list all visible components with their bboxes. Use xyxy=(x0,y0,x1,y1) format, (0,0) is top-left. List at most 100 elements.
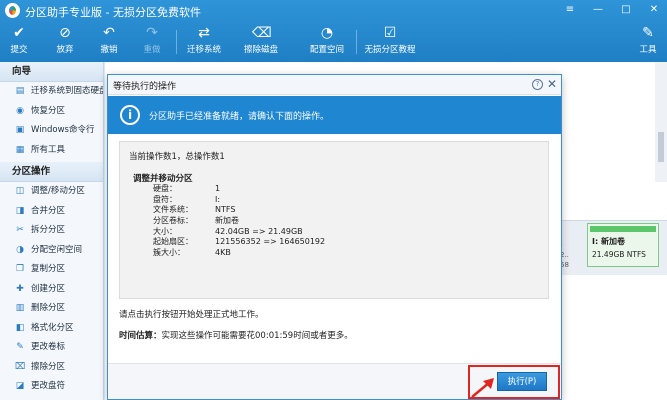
redo-icon: ↷ xyxy=(146,25,158,41)
help-icon[interactable]: ? xyxy=(532,79,543,90)
toolbar-config-space-label: 配置空间 xyxy=(309,45,344,55)
title-bar: 分区助手专业版 - 无损分区免费软件 ≡ — □ ✕ xyxy=(0,0,667,22)
app-title: 分区助手专业版 - 无损分区免费软件 xyxy=(25,6,201,19)
allocate-space-icon: ◑ xyxy=(16,244,24,255)
window-controls: ≡ — □ ✕ xyxy=(563,3,661,17)
toolbar-discard-label: 放弃 xyxy=(56,45,74,55)
estimate-label: 时间估算： xyxy=(119,331,162,341)
sidebar-item-label: 所有工具 xyxy=(31,144,66,155)
create-partition-icon: ✚ xyxy=(16,283,24,294)
operations-list: 当前操作数1，总操作数1 调整并移动分区 硬盘： 1 盘符： I: 文件系统： NTF… xyxy=(119,141,549,299)
toolbar-separator xyxy=(176,30,177,54)
check-icon: ✔ xyxy=(13,25,25,41)
copy-partition-icon: ❐ xyxy=(15,264,25,274)
cmd-icon: ▣ xyxy=(15,125,25,135)
sidebar-item-cmd[interactable]: ▣ Windows命令行 xyxy=(0,121,103,141)
time-estimate: 时间估算：实现这些操作可能需要花00:01:59时间或者更多。 xyxy=(119,329,353,341)
detail-value: 121556352 => 164650192 xyxy=(215,237,326,247)
detail-value: NTFS xyxy=(215,205,236,215)
toolbar-redo-button[interactable]: ↷ 重做 xyxy=(139,24,165,60)
sidebar-item-wipe-partition[interactable]: ⌧ 擦除分区 xyxy=(0,358,103,378)
wipe-partition-icon: ⌧ xyxy=(14,361,26,372)
sidebar-item-change-letter[interactable]: ◪ 更改盘符 xyxy=(0,377,103,397)
sidebar-item-label: 合并分区 xyxy=(31,205,66,216)
toolbar-wipe-disk-label: 擦除磁盘 xyxy=(243,45,278,55)
toolbar-redo-label: 重做 xyxy=(143,45,161,55)
sidebar-section-wizard[interactable]: 向导 xyxy=(0,62,103,82)
detail-row-size: 大小： 42.04GB => 21.49GB xyxy=(153,227,325,238)
sidebar-item-change-label[interactable]: ✎ 更改卷标 xyxy=(0,338,103,358)
dialog-title-bar: 等待执行的操作 ? ✕ xyxy=(108,75,561,95)
info-icon: i xyxy=(120,105,140,125)
change-letter-icon: ◪ xyxy=(15,381,25,391)
estimate-text: 实现这些操作可能需要花00:01:59时间或者更多。 xyxy=(161,331,353,341)
sidebar-item-label: 格式化分区 xyxy=(31,322,74,333)
sidebar-item-merge[interactable]: ◨ 合并分区 xyxy=(0,202,103,222)
sidebar-item-delete[interactable]: ▥ 删除分区 xyxy=(0,299,103,319)
sidebar-item-create[interactable]: ✚ 创建分区 xyxy=(0,280,103,300)
sidebar-item-label: 创建分区 xyxy=(31,283,66,294)
sidebar-item-split[interactable]: ✂ 拆分分区 xyxy=(0,221,103,241)
toolbar-migrate-os-label: 迁移系统 xyxy=(186,45,221,55)
sidebar-item-label: 分配空闲空间 xyxy=(31,244,83,255)
sidebar-item-label: 删除分区 xyxy=(31,303,66,313)
sidebar-item-resize-move[interactable]: ◫ 调整/移动分区 xyxy=(0,182,103,202)
sidebar-item-label: 恢复分区 xyxy=(31,105,66,116)
pointer-arrow-icon xyxy=(471,378,494,398)
sidebar-item-label: 复制分区 xyxy=(31,264,66,274)
minimize-icon[interactable]: — xyxy=(591,3,605,17)
split-partition-icon: ✂ xyxy=(16,225,24,235)
detail-value: 1 xyxy=(215,184,221,193)
tutorial-icon: ☑ xyxy=(383,25,397,41)
migrate-os-icon: ⇄ xyxy=(198,25,210,41)
maximize-icon[interactable]: □ xyxy=(619,3,633,17)
partition-name: I: 新加卷 xyxy=(592,237,625,246)
sidebar-item-copy[interactable]: ❐ 复制分区 xyxy=(0,260,103,280)
operations-count: 当前操作数1，总操作数1 xyxy=(129,152,225,162)
vertical-scrollbar[interactable] xyxy=(655,62,667,182)
toolbar-tutorial-button[interactable]: ☑ 无损分区教程 xyxy=(364,24,416,60)
toolbar-discard-button[interactable]: ⊘ 放弃 xyxy=(52,24,78,60)
detail-key: 分区卷标： xyxy=(153,216,193,226)
detail-row-volume-label: 分区卷标： 新加卷 xyxy=(153,216,325,227)
toolbar-undo-button[interactable]: ↶ 撤销 xyxy=(96,24,122,60)
sidebar-item-label: 更改盘符 xyxy=(31,381,66,391)
resize-move-icon: ◫ xyxy=(15,186,25,196)
close-icon[interactable]: ✕ xyxy=(647,3,661,17)
execute-button[interactable]: 执行(P) xyxy=(497,372,547,391)
sidebar-item-restore-partition[interactable]: ◉ 恢复分区 xyxy=(0,102,103,122)
sidebar-item-format[interactable]: ◧ 格式化分区 xyxy=(0,319,103,339)
sidebar-item-all-tools[interactable]: ▦ 所有工具 xyxy=(0,141,103,161)
detail-row-letter: 盘符： I: xyxy=(153,195,325,206)
partition-card-i[interactable]: I: 新加卷 21.49GB NTFS xyxy=(587,223,659,267)
toolbar-tools-button[interactable]: ✎ 工具 xyxy=(635,24,661,60)
detail-key: 簇大小： xyxy=(153,248,185,258)
wipe-disk-icon: ⌫ xyxy=(252,25,272,41)
sidebar-section-partition-ops[interactable]: 分区操作 xyxy=(0,162,103,182)
toolbar-tools-label: 工具 xyxy=(639,45,657,55)
toolbar-tutorial-label: 无损分区教程 xyxy=(364,45,416,55)
toolbar-undo-label: 撤销 xyxy=(100,45,118,55)
toolbar-submit-label: 提交 xyxy=(10,45,28,55)
detail-value: 42.04GB => 21.49GB xyxy=(215,226,303,236)
pending-operations-dialog: 等待执行的操作 ? ✕ i 分区助手已经准备就绪，请确认下面的操作。 当前操作数… xyxy=(107,74,562,400)
detail-row-disk: 硬盘： 1 xyxy=(153,184,325,195)
close-icon[interactable]: ✕ xyxy=(547,77,557,91)
detail-row-filesystem: 文件系统： NTFS xyxy=(153,205,325,216)
dialog-title: 等待执行的操作 xyxy=(113,82,177,92)
detail-value: 新加卷 xyxy=(215,216,239,226)
toolbar-config-space-button[interactable]: ◔ 配置空间 xyxy=(307,24,347,60)
sidebar-item-migrate-ssd[interactable]: ▤ 迁移系统到固态硬盘 xyxy=(0,82,103,102)
partition-usage-bar xyxy=(590,226,656,232)
toolbar: ✔ 提交 ⊘ 放弃 ↶ 撤销 ↷ 重做 ⇄ 迁移系统 ⌫ 擦除磁盘 ◔ 配置空间 xyxy=(0,22,667,62)
toolbar-migrate-os-button[interactable]: ⇄ 迁移系统 xyxy=(184,24,224,60)
toolbar-submit-button[interactable]: ✔ 提交 xyxy=(6,24,32,60)
detail-key: 硬盘： xyxy=(153,184,177,193)
scrollbar-thumb[interactable] xyxy=(658,132,664,162)
sidebar-item-allocate[interactable]: ◑ 分配空闲空间 xyxy=(0,241,103,261)
menu-icon[interactable]: ≡ xyxy=(563,3,577,17)
info-banner: i 分区助手已经准备就绪，请确认下面的操作。 xyxy=(108,96,561,134)
detail-key: 文件系统： xyxy=(153,205,193,215)
operation-details: 硬盘： 1 盘符： I: 文件系统： NTFS 分区卷标： 新加卷 大小： 42.04GB… xyxy=(153,184,325,259)
toolbar-wipe-disk-button[interactable]: ⌫ 擦除磁盘 xyxy=(241,24,281,60)
